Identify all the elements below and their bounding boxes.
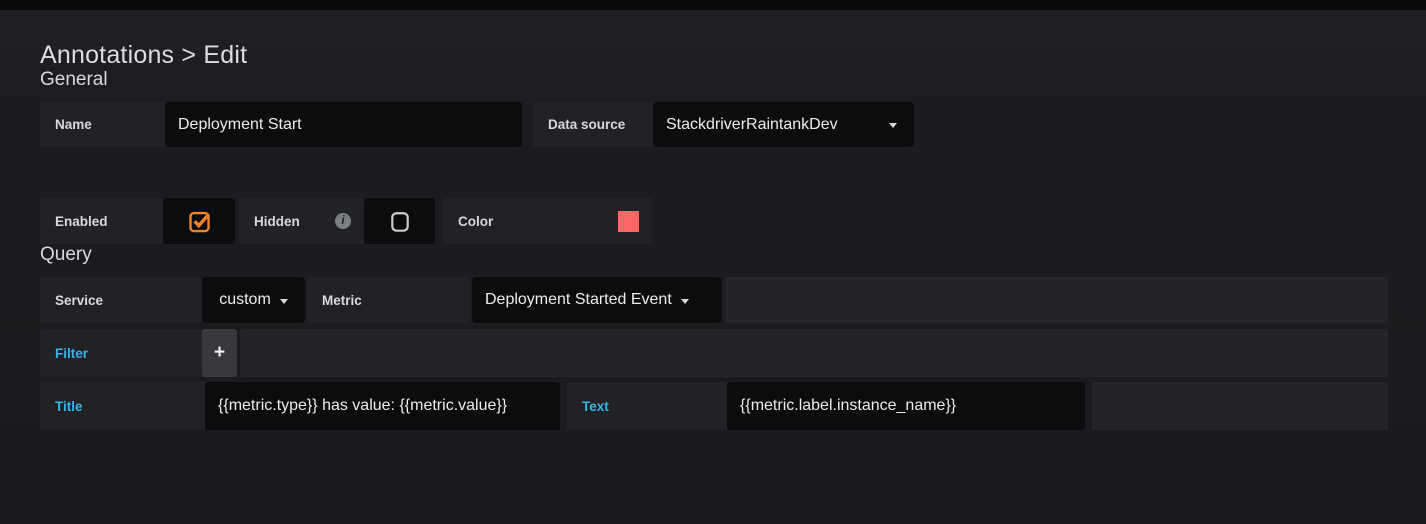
color-label-box: Color: [443, 198, 652, 244]
metric-select[interactable]: Deployment Started Event: [472, 277, 722, 323]
caret-down-icon: [681, 299, 689, 304]
service-select[interactable]: custom: [202, 277, 305, 323]
row-filler: [240, 329, 1388, 377]
name-input[interactable]: [165, 102, 522, 147]
add-filter-button[interactable]: +: [202, 329, 237, 377]
title-input[interactable]: [205, 382, 560, 430]
checkbox-unchecked-icon: [389, 210, 411, 233]
general-name-row: Name Data source StackdriverRaintankDev: [40, 102, 1388, 147]
datasource-label: Data source: [533, 102, 653, 147]
datasource-value: StackdriverRaintankDev: [666, 116, 838, 134]
general-heading: General: [40, 69, 1388, 90]
general-toggles-row: Enabled Hidden i Color: [40, 198, 1388, 244]
filter-label: Filter: [40, 329, 202, 377]
query-heading: Query: [40, 244, 1388, 265]
enabled-checkbox[interactable]: [163, 198, 235, 244]
title-text-row: Title Text: [40, 382, 1388, 430]
row-filler: [725, 277, 1388, 323]
caret-down-icon: [280, 299, 288, 304]
service-value: custom: [219, 291, 271, 309]
filter-row: Filter +: [40, 329, 1388, 377]
name-label: Name: [40, 102, 165, 147]
top-bar: [0, 0, 1426, 10]
service-metric-row: Service custom Metric Deployment Started…: [40, 277, 1388, 323]
text-input[interactable]: [727, 382, 1085, 430]
hidden-label-text: Hidden: [254, 214, 300, 229]
hidden-checkbox[interactable]: [364, 198, 435, 244]
row-filler: [1092, 382, 1388, 430]
service-label: Service: [40, 277, 202, 323]
text-label: Text: [567, 382, 727, 430]
datasource-select[interactable]: StackdriverRaintankDev: [653, 102, 914, 147]
caret-down-icon: [889, 123, 897, 128]
general-section: General Name Data source StackdriverRain…: [40, 69, 1388, 244]
page-title: Annotations > Edit: [40, 41, 1388, 69]
title-label: Title: [40, 382, 205, 430]
color-label: Color: [458, 214, 493, 229]
metric-value: Deployment Started Event: [485, 291, 672, 309]
info-icon[interactable]: i: [335, 213, 351, 229]
checkbox-checked-icon: [188, 210, 211, 233]
query-section: Query Service custom Metric Deployment S…: [40, 244, 1388, 430]
color-swatch[interactable]: [618, 211, 639, 232]
annotation-edit-page: Annotations > Edit General Name Data sou…: [40, 41, 1388, 430]
hidden-label: Hidden i: [239, 198, 364, 244]
enabled-label: Enabled: [40, 198, 163, 244]
metric-label: Metric: [307, 277, 470, 323]
